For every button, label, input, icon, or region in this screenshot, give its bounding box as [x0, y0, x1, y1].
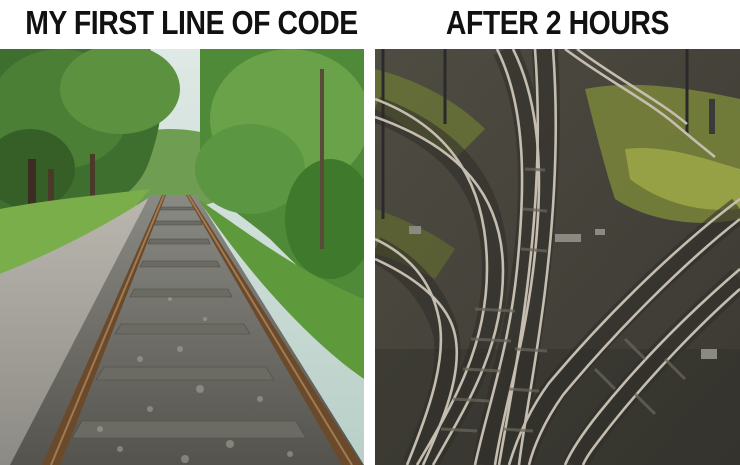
tangled-tracks-illustration	[375, 49, 740, 465]
right-caption: AFTER 2 HOURS	[445, 4, 669, 41]
left-caption: MY FIRST LINE OF CODE	[25, 4, 358, 41]
single-track-illustration	[0, 49, 364, 465]
meme-image: MY FIRST LINE OF CODE AFTER 2 HOURS	[0, 0, 740, 465]
tangled-tracks-photo	[375, 49, 740, 465]
single-track-photo	[0, 49, 364, 465]
